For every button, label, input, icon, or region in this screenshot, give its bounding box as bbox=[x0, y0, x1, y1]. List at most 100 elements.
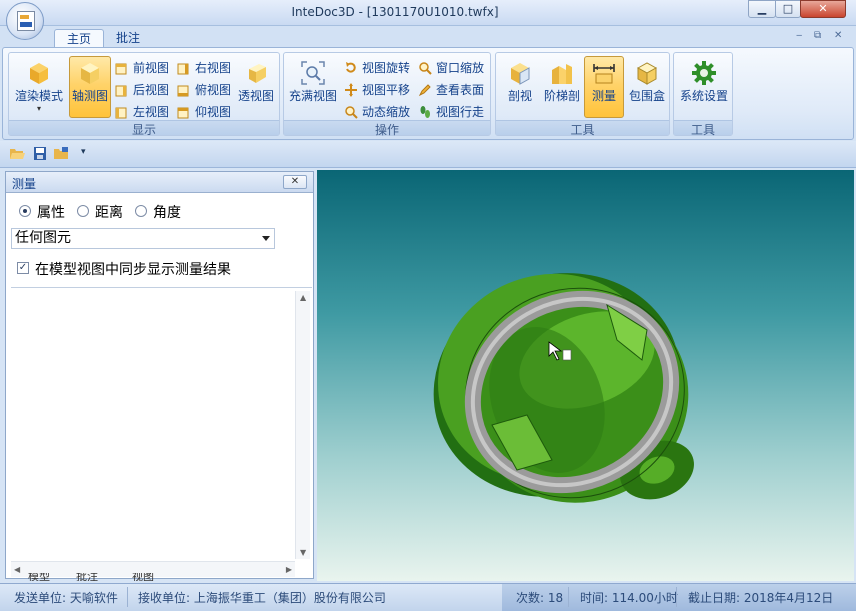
save-icon[interactable] bbox=[33, 147, 48, 160]
element-type-value: 任何图元 bbox=[15, 230, 71, 246]
right-view-icon bbox=[177, 63, 189, 75]
window-zoom-button[interactable]: 窗口缩放 bbox=[416, 58, 484, 78]
tab-annotations[interactable]: 批注 bbox=[76, 573, 98, 581]
status-separator bbox=[676, 587, 677, 607]
tab-model[interactable]: 模型 bbox=[28, 573, 50, 581]
footprint-icon bbox=[420, 106, 430, 118]
panel-close-button[interactable]: ✕ bbox=[283, 175, 307, 189]
dynamic-zoom-button[interactable]: 动态缩放 bbox=[342, 102, 410, 122]
display-group: 渲染模式 ▾ 轴测图 前视图 后视图 左视图 右视图 俯视图 仰视图 透视图 显… bbox=[8, 52, 280, 137]
radio-property[interactable]: 属性 bbox=[19, 202, 65, 222]
bounding-box-label: 包围盒 bbox=[628, 89, 665, 103]
close-button[interactable]: ✕ bbox=[800, 0, 846, 18]
step-section-button[interactable]: 阶梯剖 bbox=[542, 56, 582, 118]
sync-result-checkbox[interactable]: ✓ 在模型视图中同步显示测量结果 bbox=[17, 259, 231, 279]
fit-view-icon bbox=[301, 61, 325, 85]
status-bar: 发送单位: 天喻软件 接收单位: 上海振华重工（集团）股份有限公司 次数: 18… bbox=[0, 583, 856, 611]
operation-group-label: 操作 bbox=[284, 120, 490, 137]
axis-view-button[interactable]: 轴测图 bbox=[69, 56, 111, 118]
gear-icon bbox=[692, 61, 716, 85]
status-separator bbox=[127, 587, 128, 607]
back-view-icon bbox=[115, 85, 127, 97]
walk-view-button[interactable]: 视图行走 bbox=[416, 102, 484, 122]
perspective-view-label: 透视图 bbox=[237, 89, 274, 103]
mdi-minimize-button[interactable]: ‒ bbox=[796, 30, 802, 41]
window-title: InteDoc3D - [1301170U1010.twfx] bbox=[291, 5, 499, 19]
title-bar: InteDoc3D - [1301170U1010.twfx] ▁ □ ✕ bbox=[0, 0, 856, 26]
top-view-label: 俯视图 bbox=[195, 83, 232, 97]
pan-view-button[interactable]: 视图平移 bbox=[342, 80, 410, 100]
model-viewport[interactable] bbox=[317, 170, 854, 581]
sender-status: 发送单位: 天喻软件 bbox=[14, 591, 118, 605]
render-cube-icon bbox=[30, 63, 48, 84]
system-settings-button[interactable]: 系统设置 bbox=[676, 56, 732, 118]
right-view-button[interactable]: 右视图 bbox=[175, 58, 231, 78]
bounding-box-icon bbox=[636, 62, 658, 85]
panel-bottom-tabs: 模型 批注 视图 bbox=[6, 573, 306, 581]
top-view-button[interactable]: 俯视图 bbox=[175, 80, 231, 100]
element-type-select[interactable]: 任何图元 bbox=[11, 228, 275, 249]
render-mode-label: 渲染模式 bbox=[14, 89, 63, 103]
sync-result-label: 在模型视图中同步显示测量结果 bbox=[35, 262, 231, 278]
document-icon bbox=[17, 11, 35, 31]
inspect-surface-button[interactable]: 查看表面 bbox=[416, 80, 484, 100]
measure-panel-header: 测量 ✕ bbox=[6, 172, 313, 193]
system-settings-label: 系统设置 bbox=[679, 89, 728, 103]
bottom-view-button[interactable]: 仰视图 bbox=[175, 102, 231, 122]
radio-distance[interactable]: 距离 bbox=[77, 202, 123, 222]
radio-property-label: 属性 bbox=[37, 205, 65, 221]
tab-views[interactable]: 视图 bbox=[132, 573, 154, 581]
operation-group: 充满视图 视图旋转 视图平移 动态缩放 窗口缩放 查看表面 视图行走 操作 bbox=[283, 52, 491, 137]
open-folder-icon[interactable] bbox=[10, 147, 25, 160]
bottom-view-icon bbox=[177, 107, 189, 119]
tab-home[interactable]: 主页 bbox=[54, 29, 105, 49]
folder-icon[interactable] bbox=[54, 147, 69, 160]
radio-property-indicator bbox=[19, 205, 31, 217]
perspective-view-button[interactable]: 透视图 bbox=[235, 56, 277, 118]
zoom-icon bbox=[345, 106, 358, 119]
tab-annotation[interactable]: 批注 bbox=[104, 29, 152, 49]
measure-button[interactable]: 测量 bbox=[584, 56, 624, 118]
axis-cube-icon bbox=[81, 63, 99, 84]
bottom-view-label: 仰视图 bbox=[195, 105, 232, 119]
back-view-button[interactable]: 后视图 bbox=[113, 80, 169, 100]
rotate-view-label: 视图旋转 bbox=[362, 61, 411, 75]
customize-toolbar-icon[interactable]: ▾ bbox=[81, 147, 86, 157]
maximize-button[interactable]: □ bbox=[775, 0, 801, 18]
rotate-view-button[interactable]: 视图旋转 bbox=[342, 58, 410, 78]
step-section-icon bbox=[552, 64, 572, 84]
scroll-down-icon[interactable]: ▼ bbox=[300, 548, 306, 557]
front-view-button[interactable]: 前视图 bbox=[113, 58, 169, 78]
surface-pencil-icon bbox=[418, 84, 431, 97]
left-view-button[interactable]: 左视图 bbox=[113, 102, 169, 122]
pan-view-label: 视图平移 bbox=[362, 83, 411, 97]
3d-model[interactable] bbox=[317, 170, 854, 581]
minimize-button[interactable]: ▁ bbox=[748, 0, 776, 18]
fit-view-button[interactable]: 充满视图 bbox=[286, 56, 340, 118]
window-zoom-label: 窗口缩放 bbox=[436, 61, 485, 75]
top-view-icon bbox=[177, 85, 189, 97]
radio-angle-label: 角度 bbox=[153, 205, 181, 221]
settings-group: 系统设置 工具 bbox=[673, 52, 733, 137]
mdi-close-button[interactable]: ✕ bbox=[834, 30, 842, 41]
tools-group-label: 工具 bbox=[496, 120, 669, 137]
section-button[interactable]: 剖视 bbox=[500, 56, 540, 118]
measure-result-area[interactable]: ▲ ▼ ◀ ▶ bbox=[11, 287, 312, 577]
radio-angle[interactable]: 角度 bbox=[135, 202, 181, 222]
mdi-restore-button[interactable]: ⧉ bbox=[814, 30, 821, 41]
scroll-up-icon[interactable]: ▲ bbox=[300, 293, 306, 302]
dropdown-arrow-icon: ▾ bbox=[36, 104, 41, 113]
dynamic-zoom-label: 动态缩放 bbox=[362, 105, 411, 119]
deadline-status: 截止日期: 2018年4月12日 bbox=[688, 591, 834, 605]
count-status: 次数: 18 bbox=[516, 591, 564, 605]
vertical-scrollbar[interactable]: ▲ ▼ bbox=[295, 291, 310, 559]
radio-distance-label: 距离 bbox=[95, 205, 123, 221]
right-view-label: 右视图 bbox=[195, 61, 232, 75]
pan-icon bbox=[345, 83, 357, 97]
rotate-icon bbox=[346, 62, 356, 73]
render-mode-button[interactable]: 渲染模式 ▾ bbox=[11, 56, 67, 118]
app-menu-button[interactable] bbox=[6, 2, 44, 40]
time-status: 时间: 114.00小时 bbox=[580, 591, 678, 605]
measure-caliper-icon bbox=[593, 64, 615, 84]
bounding-box-button[interactable]: 包围盒 bbox=[626, 56, 668, 118]
